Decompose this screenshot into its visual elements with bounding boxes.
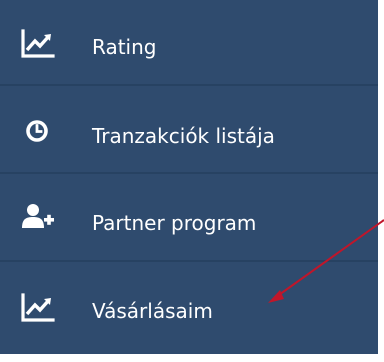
chart-line-icon	[17, 290, 57, 330]
menu-item-label: Partner program	[92, 211, 257, 235]
clock-icon	[17, 112, 57, 152]
menu-item-label: Vásárlásaim	[92, 299, 213, 323]
user-plus-icon	[17, 198, 57, 238]
sidebar-menu: Rating Tranzakciók listája Partner progr…	[0, 0, 378, 354]
menu-item-label: Rating	[92, 35, 157, 59]
chart-line-icon	[17, 26, 57, 66]
menu-item-transactions[interactable]: Tranzakciók listája	[0, 88, 378, 174]
menu-item-partner-program[interactable]: Partner program	[0, 176, 378, 262]
menu-item-label: Tranzakciók listája	[92, 124, 275, 148]
menu-item-rating[interactable]: Rating	[0, 0, 378, 86]
menu-item-purchases[interactable]: Vásárlásaim	[0, 264, 378, 350]
